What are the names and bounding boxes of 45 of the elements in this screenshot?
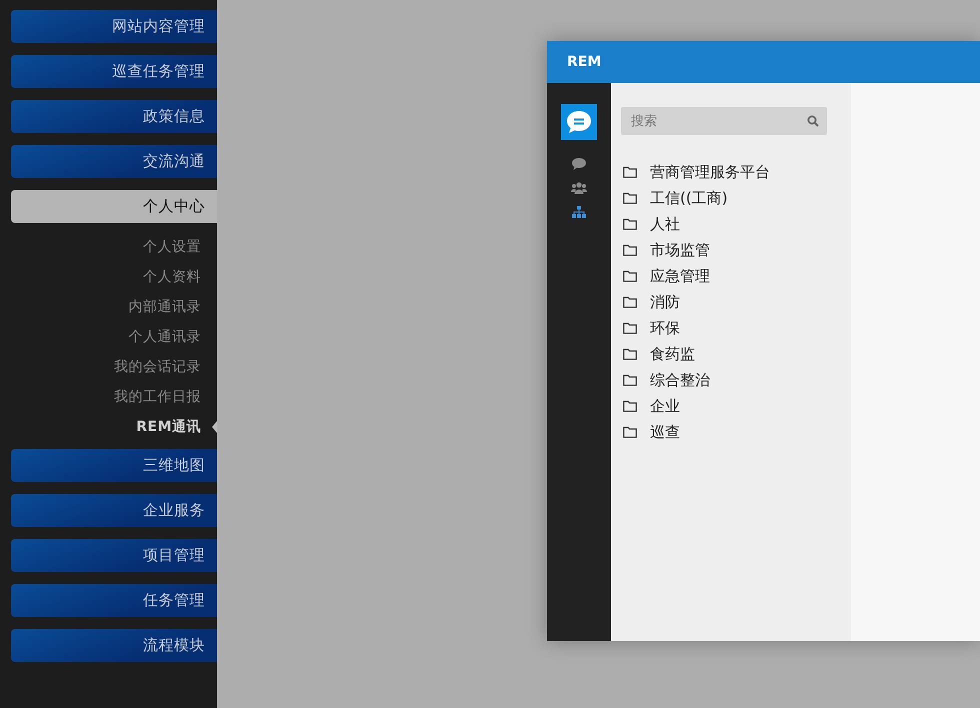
- folder-icon: [623, 322, 637, 334]
- menu-button[interactable]: 巡查任务管理: [11, 55, 217, 88]
- tree-item[interactable]: 环保: [650, 318, 680, 338]
- folder-icon: [623, 192, 637, 204]
- folder-icon: [623, 296, 637, 308]
- menu-button[interactable]: 个人中心: [11, 190, 217, 223]
- hierarchy-icon: [572, 206, 586, 218]
- tree-item[interactable]: 营商管理服务平台: [650, 162, 770, 182]
- submenu-item[interactable]: 个人资料: [143, 262, 217, 292]
- tree-item[interactable]: 人社: [650, 214, 680, 234]
- tree-item[interactable]: 综合整治: [650, 370, 710, 390]
- search-icon: [807, 115, 819, 127]
- tree-item[interactable]: 工信((工商): [650, 188, 728, 208]
- menu-button[interactable]: 交流沟通: [11, 145, 217, 178]
- folder-icon: [623, 374, 637, 386]
- menu-button[interactable]: 流程模块: [11, 629, 217, 662]
- folder-icon: [623, 270, 637, 282]
- tree-item[interactable]: 消防: [650, 292, 680, 312]
- tree-item[interactable]: 市场监管: [650, 240, 710, 260]
- submenu-item[interactable]: 我的会话记录: [114, 352, 217, 382]
- people-icon: [571, 182, 587, 194]
- tree-item[interactable]: 企业: [650, 396, 680, 416]
- folder-icon: [623, 244, 637, 256]
- folder-icon: [623, 218, 637, 230]
- speech-bubble-icon: [572, 158, 586, 170]
- tree-item[interactable]: 食药监: [650, 344, 695, 364]
- menu-button[interactable]: 三维地图: [11, 449, 217, 482]
- submenu-item[interactable]: 我的工作日报: [114, 382, 217, 412]
- menu-button[interactable]: 网站内容管理: [11, 10, 217, 43]
- submenu-item[interactable]: 内部通讯录: [128, 292, 217, 322]
- search-field[interactable]: 搜索: [621, 107, 827, 135]
- tree-item[interactable]: 应急管理: [650, 266, 710, 286]
- dialog-title: REM: [567, 54, 602, 70]
- tree-item[interactable]: 巡查: [650, 422, 680, 442]
- folder-icon: [623, 426, 637, 438]
- folder-icon: [623, 400, 637, 412]
- submenu-item[interactable]: 个人设置: [143, 232, 217, 262]
- menu-button[interactable]: 政策信息: [11, 100, 217, 133]
- folder-icon: [623, 348, 637, 360]
- menu-button[interactable]: 企业服务: [11, 494, 217, 527]
- folder-icon: [623, 166, 637, 178]
- menu-button[interactable]: 任务管理: [11, 584, 217, 617]
- menu-button[interactable]: 项目管理: [11, 539, 217, 572]
- chat-logo-icon: [561, 104, 597, 140]
- submenu-item[interactable]: 个人通讯录: [128, 322, 217, 352]
